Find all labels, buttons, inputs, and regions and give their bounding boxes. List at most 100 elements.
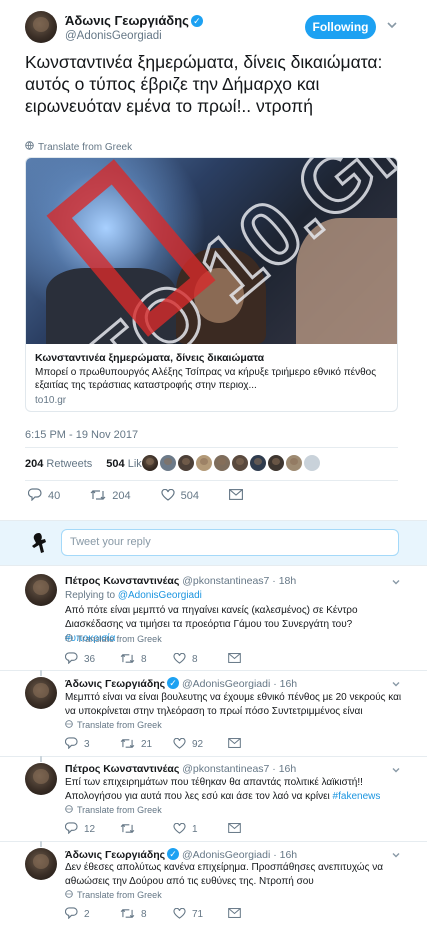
envelope-icon	[229, 489, 243, 503]
heart-icon	[173, 822, 186, 837]
divider	[0, 841, 427, 842]
card-domain: to10.gr	[35, 395, 67, 406]
liker-avatar[interactable]	[160, 455, 176, 471]
retweet-icon	[120, 653, 135, 667]
heart-icon	[173, 907, 186, 922]
globe-icon	[25, 141, 34, 153]
reply-text: Δεν έθεσες απολύτως κανένα επιχείρημα. Π…	[65, 862, 383, 887]
retweet-button[interactable]: 204	[90, 489, 131, 504]
reply-actions: 12 1	[64, 822, 241, 837]
reply-time[interactable]: · 16h	[272, 763, 296, 775]
reply-avatar[interactable]	[25, 574, 57, 606]
chevron-down-icon[interactable]	[390, 575, 402, 593]
like-button[interactable]: 1	[173, 822, 228, 837]
reply-author-name[interactable]: Άδωνις Γεωργιάδης	[65, 678, 165, 690]
thread-line	[40, 670, 42, 676]
translate-link[interactable]: Translate from Greek	[65, 634, 162, 644]
globe-icon	[65, 890, 73, 900]
reply-author-name[interactable]: Άδωνις Γεωργιάδης	[65, 849, 165, 861]
envelope-icon	[228, 738, 241, 751]
reply-author-handle[interactable]: @pkonstantineas7	[182, 763, 269, 775]
tweet-text: Κωνσταντινέα ξημερώματα, δίνεις δικαιώμα…	[25, 52, 383, 116]
reply-actions: 36 8 8	[64, 652, 241, 667]
card-image: TO 10.GR	[26, 158, 397, 344]
heart-icon	[173, 652, 186, 667]
liker-avatar[interactable]	[178, 455, 194, 471]
card-watermark: TO 10.GR	[46, 158, 397, 344]
reply-avatar[interactable]	[25, 763, 57, 795]
reply-author-handle[interactable]: @AdonisGeorgiadi	[182, 678, 270, 690]
retweet-icon	[120, 738, 135, 752]
retweets-stat[interactable]: 204 Retweets	[25, 458, 92, 470]
liker-avatar[interactable]	[268, 455, 284, 471]
reply-author-name[interactable]: Πέτρος Κωνσταντινέας	[65, 575, 179, 587]
follow-button[interactable]: Following	[305, 15, 376, 39]
author-name-row[interactable]: Άδωνις Γεωργιάδης ✓	[65, 13, 203, 28]
liker-avatar[interactable]	[286, 455, 302, 471]
retweet-button[interactable]: 8	[120, 653, 173, 667]
reply-actions: 3 21 92	[64, 737, 241, 752]
author-avatar[interactable]	[25, 11, 57, 43]
liker-avatar[interactable]	[214, 455, 230, 471]
translate-link[interactable]: Translate from Greek	[25, 141, 132, 153]
retweet-button[interactable]: 21	[120, 738, 173, 752]
hashtag-link[interactable]: #fakenews	[333, 791, 381, 802]
replying-to-handle[interactable]: @AdonisGeorgiadi	[118, 590, 202, 601]
chevron-down-icon[interactable]	[385, 18, 399, 32]
envelope-icon	[228, 823, 241, 836]
reply-author-name[interactable]: Πέτρος Κωνσταντινέας	[65, 763, 179, 775]
heart-icon	[173, 737, 186, 752]
like-button[interactable]: 504	[161, 488, 199, 504]
retweet-icon	[120, 823, 135, 837]
globe-icon	[65, 805, 73, 815]
reply-time[interactable]: · 16h	[273, 678, 297, 690]
reply-time[interactable]: · 16h	[273, 849, 297, 861]
reply-button[interactable]: 12	[64, 822, 120, 837]
retweet-icon	[90, 489, 106, 504]
replying-to: Replying to @AdonisGeorgiadi	[65, 590, 202, 601]
like-button[interactable]: 8	[173, 652, 228, 667]
translate-link[interactable]: Translate from Greek	[65, 805, 162, 815]
author-name[interactable]: Άδωνις Γεωργιάδης	[65, 13, 189, 28]
divider	[0, 670, 427, 671]
dm-button[interactable]	[229, 489, 243, 503]
verified-badge-icon: ✓	[167, 848, 180, 860]
reply-input[interactable]: Tweet your reply	[61, 529, 399, 556]
liker-avatar[interactable]	[142, 455, 158, 471]
reply-avatar[interactable]	[25, 848, 57, 880]
reply-button[interactable]: 36	[64, 652, 120, 667]
reply-avatar[interactable]	[25, 677, 57, 709]
dm-button[interactable]	[228, 738, 241, 751]
reply-header: Άδωνις Γεωργιάδης ✓ @AdonisGeorgiadi · 16…	[65, 848, 297, 861]
author-handle[interactable]: @AdonisGeorgiadi	[65, 30, 162, 42]
reply-author-handle[interactable]: @pkonstantineas7	[182, 575, 269, 587]
reply-button[interactable]: 40	[27, 488, 60, 504]
verified-badge-icon: ✓	[167, 677, 180, 689]
retweet-icon	[120, 908, 135, 922]
verified-badge-icon: ✓	[190, 15, 203, 27]
like-button[interactable]: 71	[173, 907, 228, 922]
retweet-button[interactable]	[120, 823, 173, 837]
reply-button[interactable]: 2	[64, 907, 120, 922]
retweet-button[interactable]: 8	[120, 908, 173, 922]
card-title: Κωνσταντινέα ξημερώματα, δίνεις δικαιώμα…	[35, 352, 265, 364]
liker-avatar[interactable]	[232, 455, 248, 471]
globe-icon	[65, 720, 73, 730]
liker-avatar[interactable]	[250, 455, 266, 471]
dm-button[interactable]	[228, 653, 241, 666]
dm-button[interactable]	[228, 908, 241, 921]
like-button[interactable]: 92	[173, 737, 228, 752]
reply-button[interactable]: 3	[64, 737, 120, 752]
link-card[interactable]: TO 10.GR Κωνσταντινέα ξημερώματα, δίνεις…	[25, 157, 398, 412]
reply-header: Άδωνις Γεωργιάδης ✓ @AdonisGeorgiadi · 16…	[65, 677, 297, 690]
reply-author-handle[interactable]: @AdonisGeorgiadi	[182, 849, 270, 861]
envelope-icon	[228, 908, 241, 921]
dm-button[interactable]	[228, 823, 241, 836]
reply-time[interactable]: · 18h	[272, 575, 296, 587]
liker-avatar[interactable]	[304, 455, 320, 471]
tweet-timestamp[interactable]: 6:15 PM - 19 Nov 2017	[25, 429, 138, 441]
translate-link[interactable]: Translate from Greek	[65, 890, 162, 900]
translate-link[interactable]: Translate from Greek	[65, 720, 162, 730]
reply-icon	[64, 822, 78, 837]
liker-avatar[interactable]	[196, 455, 212, 471]
